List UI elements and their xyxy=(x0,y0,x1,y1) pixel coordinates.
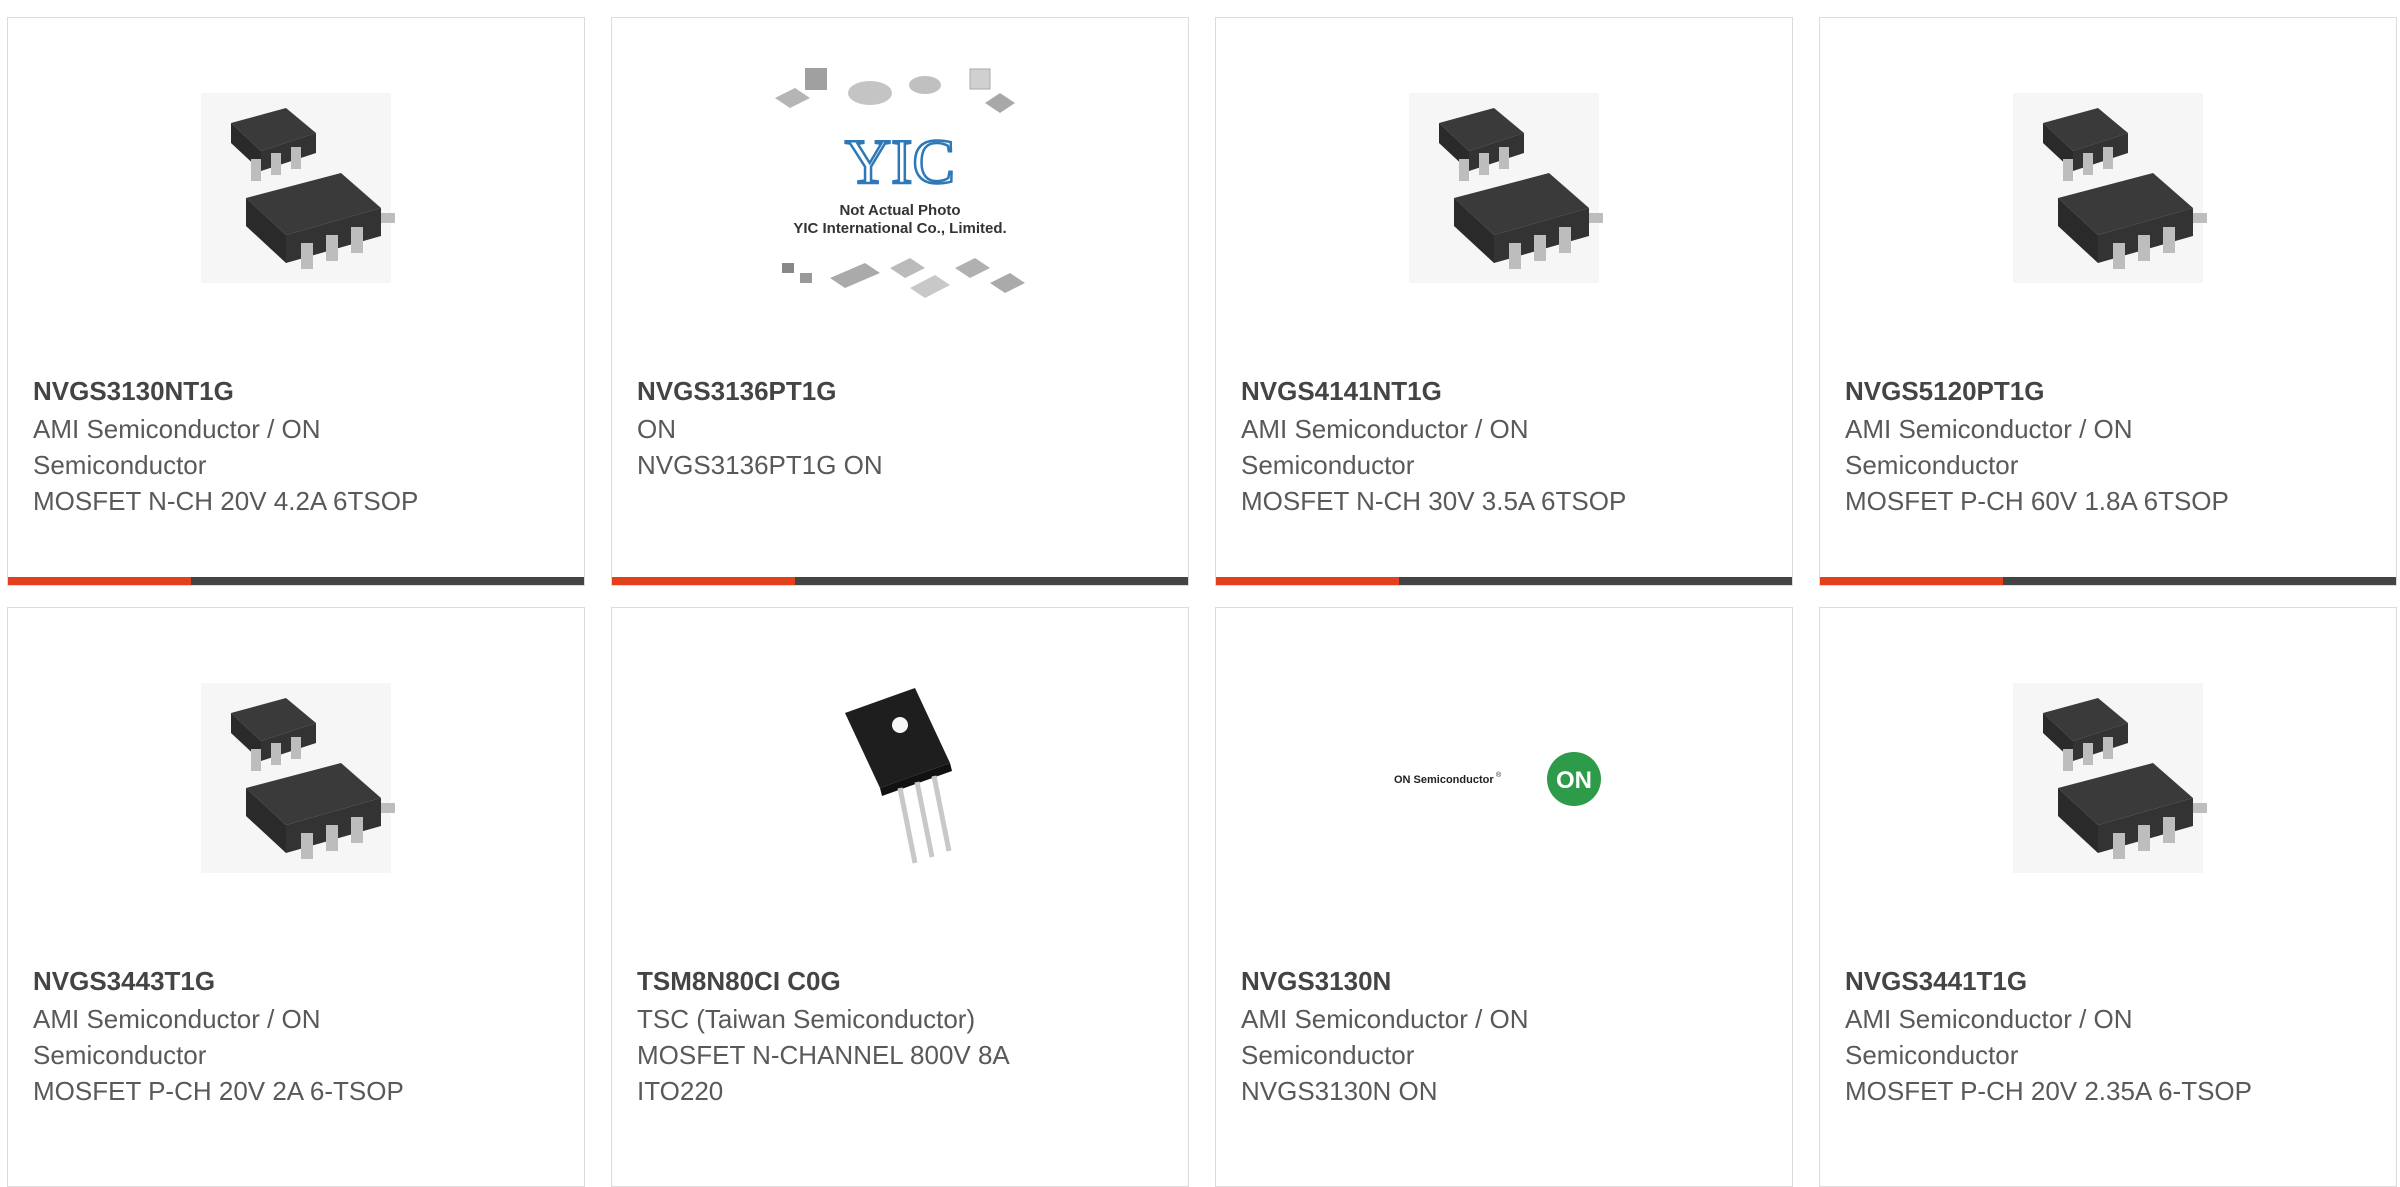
product-image[interactable] xyxy=(612,608,1188,948)
product-info: NVGS3130NT1G AMI Semiconductor / ON Semi… xyxy=(33,373,473,519)
manufacturer: AMI Semiconductor / ON Semiconductor xyxy=(1241,414,1529,480)
product-image[interactable] xyxy=(8,608,584,948)
product-info: NVGS3443T1G AMI Semiconductor / ON Semic… xyxy=(33,963,473,1109)
product-image[interactable] xyxy=(1820,608,2396,948)
product-image[interactable] xyxy=(1216,18,1792,358)
description: MOSFET N-CHANNEL 800V 8A ITO220 xyxy=(637,1040,1009,1106)
product-grid: NVGS3130NT1G AMI Semiconductor / ON Semi… xyxy=(0,0,2400,1187)
tsop6-chip-icon xyxy=(2003,83,2213,293)
manufacturer: AMI Semiconductor / ON Semiconductor xyxy=(33,414,321,480)
product-card[interactable]: NVGS3441T1G AMI Semiconductor / ON Semic… xyxy=(1819,607,2397,1187)
card-bottom-bar xyxy=(1820,577,2396,585)
manufacturer: AMI Semiconductor / ON Semiconductor xyxy=(1241,1004,1529,1070)
card-accent-bar xyxy=(1216,577,1399,585)
product-info: TSM8N80CI C0G TSC (Taiwan Semiconductor)… xyxy=(637,963,1077,1109)
to220-transistor-icon xyxy=(820,683,980,873)
card-bottom-bar xyxy=(1216,577,1792,585)
tsop6-chip-icon xyxy=(1399,83,1609,293)
product-card[interactable]: NVGS3443T1G AMI Semiconductor / ON Semic… xyxy=(7,607,585,1187)
product-info: NVGS5120PT1G AMI Semiconductor / ON Semi… xyxy=(1845,373,2285,519)
card-bottom-bar xyxy=(8,577,584,585)
tsop6-chip-icon xyxy=(191,673,401,883)
part-number-link[interactable]: TSM8N80CI C0G xyxy=(637,963,1077,999)
product-card[interactable]: NVGS3130NT1G AMI Semiconductor / ON Semi… xyxy=(7,17,585,586)
description: MOSFET N-CH 30V 3.5A 6TSOP xyxy=(1241,486,1627,516)
product-card[interactable]: YIC Not Actual Photo YIC International C… xyxy=(611,17,1189,586)
product-card[interactable]: NVGS5120PT1G AMI Semiconductor / ON Semi… xyxy=(1819,17,2397,586)
manufacturer: ON xyxy=(637,414,676,444)
tsop6-chip-icon xyxy=(2003,673,2213,883)
description: NVGS3136PT1G ON xyxy=(637,450,883,480)
card-accent-bar xyxy=(8,577,191,585)
product-info: NVGS3130N AMI Semiconductor / ON Semicon… xyxy=(1241,963,1681,1109)
description: NVGS3130N ON xyxy=(1241,1076,1438,1106)
product-card[interactable]: TSM8N80CI C0G TSC (Taiwan Semiconductor)… xyxy=(611,607,1189,1187)
part-number-link[interactable]: NVGS3130N xyxy=(1241,963,1681,999)
product-image[interactable] xyxy=(8,18,584,358)
yic-logo: YIC xyxy=(845,126,955,197)
part-number-link[interactable]: NVGS4141NT1G xyxy=(1241,373,1681,409)
product-card[interactable]: ON Semiconductor ® ON NVGS3130N AMI Semi… xyxy=(1215,607,1793,1187)
svg-text:YIC International Co., Limited: YIC International Co., Limited. xyxy=(793,220,1006,237)
part-number-link[interactable]: NVGS3136PT1G xyxy=(637,373,1077,409)
product-image[interactable]: ON Semiconductor ® ON xyxy=(1216,608,1792,948)
product-image[interactable]: YIC Not Actual Photo YIC International C… xyxy=(612,18,1188,358)
product-info: NVGS3136PT1G ON NVGS3136PT1G ON xyxy=(637,373,1077,483)
description: MOSFET P-CH 20V 2A 6-TSOP xyxy=(33,1076,404,1106)
card-accent-bar xyxy=(612,577,795,585)
product-info: NVGS3441T1G AMI Semiconductor / ON Semic… xyxy=(1845,963,2285,1109)
manufacturer: AMI Semiconductor / ON Semiconductor xyxy=(1845,414,2133,480)
product-info: NVGS4141NT1G AMI Semiconductor / ON Semi… xyxy=(1241,373,1681,519)
on-semiconductor-logo: ON Semiconductor ® ON xyxy=(1394,743,1614,813)
manufacturer: TSC (Taiwan Semiconductor) xyxy=(637,1004,976,1034)
not-actual-photo-placeholder: YIC Not Actual Photo YIC International C… xyxy=(760,63,1040,313)
tsop6-chip-icon xyxy=(191,83,401,293)
part-number-link[interactable]: NVGS3443T1G xyxy=(33,963,473,999)
part-number-link[interactable]: NVGS5120PT1G xyxy=(1845,373,2285,409)
card-bottom-bar xyxy=(612,577,1188,585)
svg-text:Not Actual Photo: Not Actual Photo xyxy=(839,202,960,219)
description: MOSFET P-CH 60V 1.8A 6TSOP xyxy=(1845,486,2229,516)
part-number-link[interactable]: NVGS3441T1G xyxy=(1845,963,2285,999)
part-number-link[interactable]: NVGS3130NT1G xyxy=(33,373,473,409)
product-image[interactable] xyxy=(1820,18,2396,358)
svg-text:®: ® xyxy=(1496,771,1502,779)
description: MOSFET P-CH 20V 2.35A 6-TSOP xyxy=(1845,1076,2252,1106)
manufacturer: AMI Semiconductor / ON Semiconductor xyxy=(33,1004,321,1070)
manufacturer: AMI Semiconductor / ON Semiconductor xyxy=(1845,1004,2133,1070)
description: MOSFET N-CH 20V 4.2A 6TSOP xyxy=(33,486,419,516)
svg-text:ON: ON xyxy=(1556,767,1592,794)
card-accent-bar xyxy=(1820,577,2003,585)
product-card[interactable]: NVGS4141NT1G AMI Semiconductor / ON Semi… xyxy=(1215,17,1793,586)
svg-text:ON Semiconductor: ON Semiconductor xyxy=(1394,774,1494,786)
